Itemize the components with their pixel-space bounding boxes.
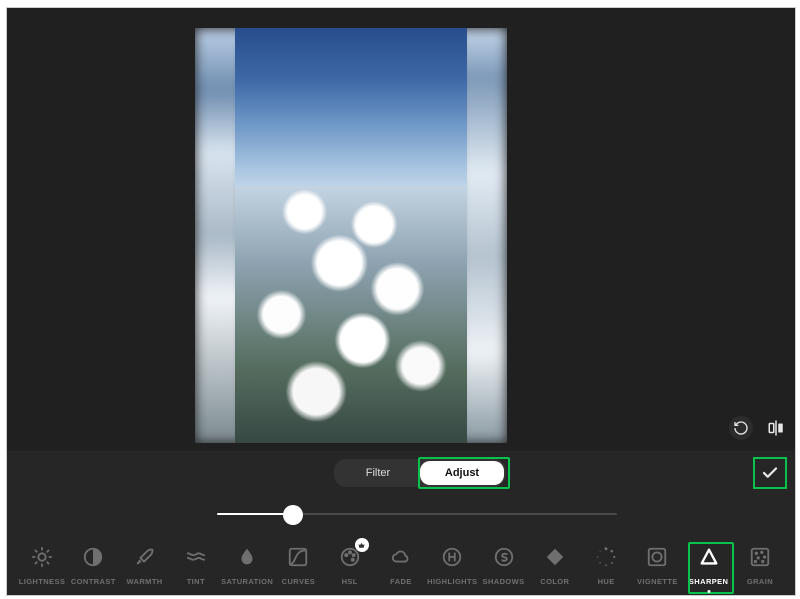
tab-filter[interactable]: Filter: [336, 461, 420, 485]
tool-label: WARMTH: [126, 577, 162, 586]
brush-icon: [134, 546, 156, 573]
tool-fade[interactable]: FADE: [376, 546, 426, 586]
tool-hue[interactable]: HUE: [581, 546, 631, 586]
compare-icon[interactable]: [765, 417, 787, 439]
tab-adjust[interactable]: Adjust: [420, 461, 504, 485]
tool-saturation[interactable]: SATURATION: [222, 546, 272, 586]
tool-contrast[interactable]: CONTRAST: [68, 546, 118, 586]
tool-label: TINT: [187, 577, 205, 586]
tool-sharpen[interactable]: SHARPEN: [684, 546, 734, 586]
tool-hsl[interactable]: HSL: [325, 546, 375, 586]
tool-label: CONTRAST: [71, 577, 116, 586]
slider-fill: [217, 513, 293, 515]
tool-label: SHADOWS: [483, 577, 525, 586]
tool-tint[interactable]: TINT: [171, 546, 221, 586]
tool-curves[interactable]: CURVES: [273, 546, 323, 586]
loading-icon: [595, 546, 617, 573]
confirm-button[interactable]: [753, 457, 787, 489]
half-circle-icon: [82, 546, 104, 573]
tool-label: SATURATION: [221, 577, 273, 586]
tool-label: SHARPEN: [689, 577, 728, 586]
tool-label: COLOR: [540, 577, 569, 586]
canvas-area: [7, 8, 795, 451]
tool-label: VIGNETTE: [637, 577, 678, 586]
tool-label: GRAIN: [747, 577, 773, 586]
drop-icon: [236, 546, 258, 573]
tool-color[interactable]: COLOR: [530, 546, 580, 586]
vignette-icon: [646, 546, 668, 573]
sun-icon: [31, 546, 53, 573]
photo-preview: [235, 28, 467, 443]
intensity-slider[interactable]: [217, 505, 617, 525]
diamond-icon: [544, 546, 566, 573]
tool-label: CURVES: [282, 577, 316, 586]
tool-shadows[interactable]: SHADOWS: [479, 546, 529, 586]
tool-label: FADE: [390, 577, 412, 586]
adjust-panel: Filter Adjust LIGHTNESS CONTRAST WARMTH TIN…: [7, 451, 795, 595]
canvas-side-actions: [729, 416, 787, 440]
undo-button[interactable]: [729, 416, 753, 440]
circle-h-icon: [441, 546, 463, 573]
triangle-icon: [698, 546, 720, 573]
cloud-icon: [390, 546, 412, 573]
tool-label: HSL: [342, 577, 358, 586]
photo-editor-app: Filter Adjust LIGHTNESS CONTRAST WARMTH TIN…: [6, 7, 796, 596]
tool-lightness[interactable]: LIGHTNESS: [17, 546, 67, 586]
photo-frame: [195, 28, 507, 443]
waves-icon: [185, 546, 207, 573]
tool-grain[interactable]: GRAIN: [735, 546, 785, 586]
circle-s-icon: [493, 546, 515, 573]
tool-warmth[interactable]: WARMTH: [120, 546, 170, 586]
tool-vignette[interactable]: VIGNETTE: [632, 546, 682, 586]
tool-label: LIGHTNESS: [19, 577, 66, 586]
slider-thumb[interactable]: [283, 505, 303, 525]
tool-label: HIGHLIGHTS: [427, 577, 477, 586]
grain-icon: [749, 546, 771, 573]
tool-highlights[interactable]: HIGHLIGHTS: [427, 546, 477, 586]
tool-label: HUE: [598, 577, 615, 586]
premium-badge-icon: [355, 538, 369, 552]
curve-box-icon: [287, 546, 309, 573]
mode-segmented-control: Filter Adjust: [334, 459, 506, 487]
adjust-tools-row: LIGHTNESS CONTRAST WARMTH TINT SATURATION CUR…: [7, 537, 795, 595]
